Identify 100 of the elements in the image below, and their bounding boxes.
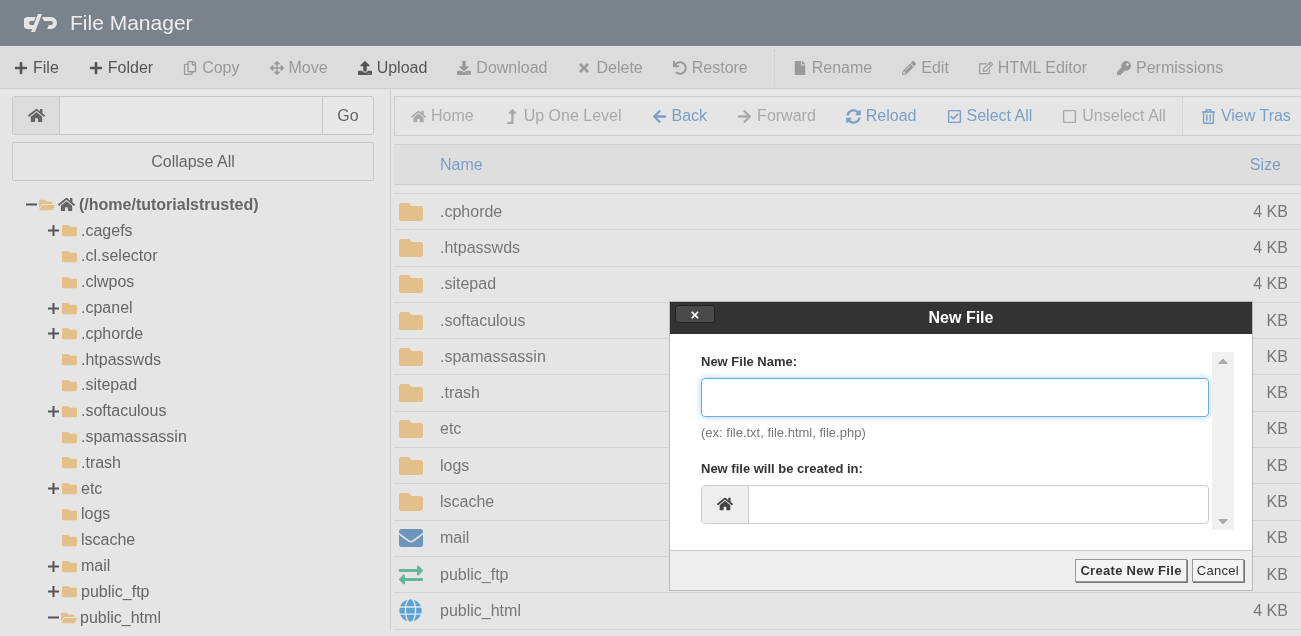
file-size: KB <box>1266 383 1288 404</box>
folder-icon <box>62 377 77 393</box>
plus-icon[interactable] <box>47 483 59 495</box>
pencil-icon <box>902 60 917 75</box>
cancel-button[interactable]: Cancel <box>1191 559 1244 582</box>
file-name[interactable]: public_html <box>440 598 521 623</box>
move-arrows-icon <box>269 60 284 75</box>
nav-button[interactable]: Back <box>651 104 708 128</box>
logo-icon <box>24 12 60 34</box>
tree-item[interactable]: .cagefs <box>81 218 133 243</box>
tree-item[interactable]: .cl.selector <box>81 244 158 269</box>
globe-icon <box>399 599 422 623</box>
folder-icon <box>62 532 77 548</box>
home-icon <box>411 108 426 124</box>
file-name[interactable]: logs <box>440 453 470 478</box>
folder-icon <box>62 352 77 368</box>
file-size: 4 KB <box>1253 600 1288 621</box>
folder-icon <box>62 455 77 471</box>
file-size: KB <box>1266 346 1288 367</box>
plus-icon[interactable] <box>47 302 59 314</box>
plus-icon[interactable] <box>47 586 59 598</box>
create-button[interactable]: Create New File <box>1075 559 1187 582</box>
toolbar-button[interactable]: Upload <box>357 55 428 80</box>
nav-button[interactable]: Reload <box>845 104 917 128</box>
folder-icon <box>62 300 77 316</box>
file-size: KB <box>1266 564 1288 585</box>
plus-icon <box>14 60 28 75</box>
plus-icon[interactable] <box>47 560 59 572</box>
location-field[interactable] <box>701 484 1209 524</box>
tree-item[interactable]: logs <box>81 502 111 527</box>
key-icon <box>1117 60 1132 75</box>
file-name[interactable]: .spamassassin <box>440 344 546 369</box>
tree-item[interactable]: .cphorde <box>81 321 144 346</box>
folder-icon <box>62 223 77 239</box>
toolbar-button[interactable]: Folder <box>88 55 154 80</box>
tree-item[interactable]: public_html <box>80 605 161 630</box>
tree-item[interactable]: .htpasswds <box>81 347 162 372</box>
trash-icon <box>1200 108 1216 124</box>
folder-icon <box>62 584 77 600</box>
tree-item[interactable]: .clwpos <box>81 270 135 295</box>
close-button[interactable]: × <box>675 305 715 323</box>
hint-text: (ex: file.txt, file.html, file.php) <box>701 423 867 442</box>
nav-button[interactable]: Select All <box>946 104 1033 128</box>
right-arrow-icon <box>737 108 753 124</box>
field-label: New file will be created in: <box>701 460 864 478</box>
column-header[interactable]: Name <box>440 152 483 177</box>
folder-icon <box>62 558 77 574</box>
tree-item[interactable]: public_ftp <box>81 579 150 604</box>
tree-item[interactable]: .softaculous <box>81 399 167 424</box>
close-icon <box>577 60 592 75</box>
file-name[interactable]: .cphorde <box>440 199 503 224</box>
plus-icon[interactable] <box>47 225 59 237</box>
file-name[interactable]: .trash <box>440 381 480 406</box>
file-name[interactable]: .htpasswds <box>440 235 521 260</box>
plus-icon[interactable] <box>47 405 59 417</box>
file-name[interactable]: etc <box>440 417 462 442</box>
home-icon <box>58 196 75 214</box>
tree-item[interactable]: .spamassassin <box>81 425 187 450</box>
undo-icon <box>672 60 687 75</box>
plus-icon[interactable] <box>47 328 59 340</box>
file-name[interactable]: .sitepad <box>440 272 497 297</box>
tree-item[interactable]: (/home/tutorialstrusted) <box>79 192 259 217</box>
dialog-title: New File <box>928 308 994 328</box>
upload-icon <box>357 60 372 75</box>
toolbar-button[interactable]: File <box>14 55 59 80</box>
file-name-field[interactable] <box>701 377 1209 417</box>
file-name[interactable]: public_ftp <box>440 562 509 587</box>
collapse-all-button[interactable]: Collapse All <box>12 142 374 181</box>
empty-box-icon <box>1062 108 1078 124</box>
reload-icon <box>845 108 861 124</box>
file-size: 4 KB <box>1253 237 1288 258</box>
nav-button[interactable]: View Tras <box>1200 104 1291 128</box>
file-size: 4 KB <box>1253 201 1288 222</box>
tree-item[interactable]: mail <box>81 554 111 579</box>
file-size: KB <box>1266 492 1288 512</box>
tree-item[interactable]: .sitepad <box>81 373 138 398</box>
file-name[interactable]: lscache <box>440 490 495 514</box>
folder-icon <box>62 429 77 445</box>
edit-icon <box>978 60 993 75</box>
folder-icon <box>62 506 77 522</box>
file-size: 4 KB <box>1253 274 1288 295</box>
folder-icon <box>62 481 77 497</box>
tree-item[interactable]: .cpanel <box>81 296 133 321</box>
copy-icon <box>183 60 198 75</box>
file-size: KB <box>1266 455 1288 476</box>
plus-icon <box>88 60 103 75</box>
file-name[interactable]: mail <box>440 526 470 551</box>
file-size: KB <box>1266 419 1288 440</box>
tree-item[interactable]: lscache <box>81 528 136 553</box>
tree-item[interactable]: .trash <box>81 450 121 475</box>
app-title: File Manager <box>70 10 193 37</box>
checked-box-icon <box>946 108 962 124</box>
column-header[interactable]: Size <box>1249 152 1281 177</box>
download-icon <box>457 60 472 75</box>
file-name[interactable]: .softaculous <box>440 308 526 333</box>
tree-item[interactable]: etc <box>81 476 103 501</box>
folder-icon <box>62 249 77 264</box>
folder-icon <box>399 490 423 514</box>
folder-icon <box>62 274 77 290</box>
left-arrow-icon <box>651 108 667 124</box>
